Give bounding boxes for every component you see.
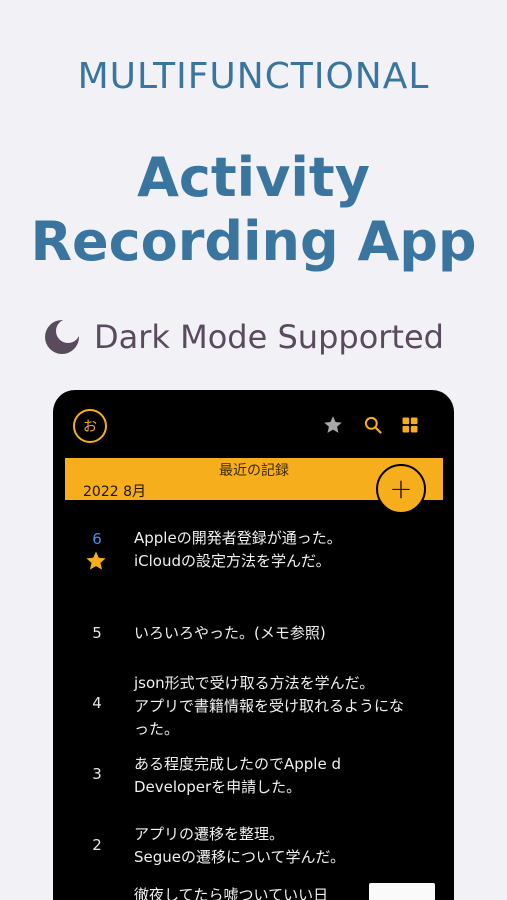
dark-mode-label: Dark Mode Supported [94, 318, 444, 356]
entry-line: Developerを申請した。 [134, 778, 302, 796]
profile-avatar-button[interactable]: お [73, 409, 107, 443]
entry-text: いろいろやった。(メモ参照) [134, 622, 434, 645]
entry-line: った。 [134, 720, 180, 738]
entry-line: 徹夜してたら嘘ついていい日 [134, 886, 329, 900]
search-icon[interactable] [363, 415, 383, 435]
entry-line: Appleの開発者登録が通った。 [134, 529, 342, 547]
entry-line: いろいろやった。(メモ参照) [134, 624, 326, 642]
entry-day: 2 [92, 836, 102, 854]
entry-day: 4 [92, 694, 102, 712]
entry-line: アプリの遷移を整理。 [134, 825, 285, 843]
entry-day: 6 [92, 530, 102, 548]
entry-line: iCloudの設定方法を学んだ。 [134, 552, 331, 570]
star-icon[interactable] [323, 415, 343, 435]
entry-line: アプリで書籍情報を受け取れるようにな [134, 697, 405, 715]
entry-line: Segueの遷移について学んだ。 [134, 848, 346, 866]
plus-icon: + [389, 472, 413, 505]
entry-text: Appleの開発者登録が通った。 iCloudの設定方法を学んだ。 [134, 527, 434, 573]
star-icon [86, 551, 106, 570]
entry-text: ある程度完成したのでApple d Developerを申請した。 [134, 753, 434, 799]
headline-multifunctional: MULTIFUNCTIONAL [77, 56, 430, 97]
headline-line-1: Activity [137, 146, 370, 209]
entry-text: json形式で受け取る方法を学んだ。 アプリで書籍情報を受け取れるようにな った… [134, 672, 434, 741]
entry-day: 5 [92, 624, 102, 642]
entry-text: アプリの遷移を整理。 Segueの遷移について学んだ。 [134, 823, 434, 869]
add-record-button[interactable]: + [376, 464, 426, 514]
grid-icon[interactable] [400, 415, 420, 435]
entry-thumbnail [369, 883, 435, 900]
entry-text: 徹夜してたら嘘ついていい日 [134, 884, 354, 900]
headline-app-title: Activity Recording App [0, 146, 507, 274]
entry-day: 3 [92, 765, 102, 783]
entry-line: ある程度完成したのでApple d [134, 755, 341, 773]
dark-mode-feature: Dark Mode Supported [44, 315, 444, 359]
month-label: 2022 8月 [83, 484, 146, 500]
phone-screen: お 最近の記録 2022 8月 + 6 Appleの開発者登録が通った。 iCl… [53, 390, 454, 900]
app-toolbar: お [53, 390, 454, 456]
headline-line-2: Recording App [30, 210, 477, 273]
moon-icon [45, 319, 80, 354]
entry-line: json形式で受け取る方法を学んだ。 [134, 674, 375, 692]
